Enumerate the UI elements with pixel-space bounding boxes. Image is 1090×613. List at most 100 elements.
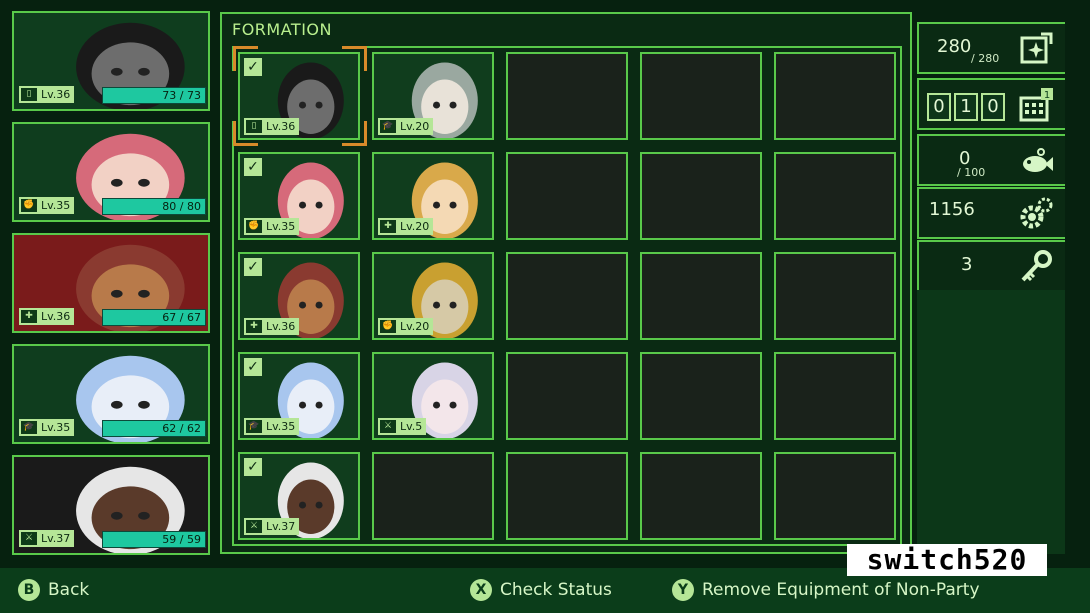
level-badge: ⚔ Lv.37 xyxy=(244,518,300,535)
key-icon xyxy=(1021,250,1052,282)
level-badge: ✊ Lv.20 xyxy=(378,318,434,335)
formation-slot-empty[interactable] xyxy=(506,352,628,440)
x-button-icon: X xyxy=(470,579,492,601)
counter-digit: 0 xyxy=(927,93,951,121)
formation-slot-empty[interactable] xyxy=(774,52,896,140)
formation-slot-occupied[interactable]: ⚔ Lv.5 xyxy=(372,352,494,440)
fish-resource: 0 / 100 xyxy=(917,134,1065,186)
hp-bar: 73 / 73 xyxy=(102,87,206,104)
back-button[interactable]: B Back xyxy=(18,578,89,602)
level-text: Lv.20 xyxy=(400,320,430,333)
formation-slot-occupied[interactable]: ✊ Lv.20 xyxy=(372,252,494,340)
fish-max: / 100 xyxy=(957,166,986,179)
counter-digit: 0 xyxy=(981,93,1005,121)
check-status-button[interactable]: X Check Status xyxy=(470,578,612,602)
formation-slot-empty[interactable] xyxy=(640,352,762,440)
formation-slot-occupied[interactable]: ✓ ▯ Lv.36 xyxy=(238,52,360,140)
party-member-card[interactable]: ✚ Lv.36 67 / 67 xyxy=(12,233,210,333)
formation-slot-empty[interactable] xyxy=(774,252,896,340)
formation-slot-occupied[interactable]: ✓ ✊ Lv.35 xyxy=(238,152,360,240)
class-icon: ✊ xyxy=(380,320,396,333)
level-badge: 🎓 Lv.35 xyxy=(19,419,75,436)
formation-title: FORMATION xyxy=(232,20,332,39)
formation-slot-occupied[interactable]: ✚ Lv.20 xyxy=(372,152,494,240)
checkmark-icon: ✓ xyxy=(244,258,262,276)
resource-panel-background xyxy=(917,290,1065,554)
level-text: Lv.36 xyxy=(266,320,296,333)
party-member-card[interactable]: ▯ Lv.36 73 / 73 xyxy=(12,11,210,111)
level-badge: ✚ Lv.20 xyxy=(378,218,434,235)
class-icon: ✊ xyxy=(21,199,37,212)
key-resource: 3 xyxy=(917,240,1065,292)
formation-slot-empty[interactable] xyxy=(774,352,896,440)
level-badge: ▯ Lv.36 xyxy=(244,118,300,135)
gear-icon xyxy=(1020,197,1053,229)
level-text: Lv.35 xyxy=(41,421,71,434)
day-counter-resource: 0 1 0 1 xyxy=(917,78,1065,130)
class-icon: 🎓 xyxy=(380,120,396,133)
level-badge: ⚔ Lv.5 xyxy=(378,418,427,435)
class-icon: ✊ xyxy=(246,220,262,233)
level-badge: ✚ Lv.36 xyxy=(244,318,300,335)
class-icon: ▯ xyxy=(21,88,37,101)
level-text: Lv.37 xyxy=(41,532,71,545)
hp-bar: 62 / 62 xyxy=(102,420,206,437)
class-icon: ✚ xyxy=(246,320,262,333)
formation-slot-empty[interactable] xyxy=(506,452,628,540)
class-icon: ⚔ xyxy=(380,420,396,433)
key-value: 3 xyxy=(961,254,973,275)
party-member-card[interactable]: ✊ Lv.35 80 / 80 xyxy=(12,122,210,222)
level-text: Lv.35 xyxy=(41,199,71,212)
checkmark-icon: ✓ xyxy=(244,358,262,376)
y-button-icon: Y xyxy=(672,579,694,601)
class-icon: 🎓 xyxy=(246,420,262,433)
formation-slot-empty[interactable] xyxy=(640,252,762,340)
back-label: Back xyxy=(48,580,90,600)
formation-slot-empty[interactable] xyxy=(506,52,628,140)
checkmark-icon: ✓ xyxy=(244,58,262,76)
parts-resource: 1156 xyxy=(917,187,1065,239)
hp-bar: 67 / 67 xyxy=(102,309,206,326)
formation-slot-empty[interactable] xyxy=(774,452,896,540)
watermark-logo: switch520 xyxy=(847,544,1047,576)
level-badge: 🎓 Lv.35 xyxy=(244,418,300,435)
formation-slot-empty[interactable] xyxy=(640,152,762,240)
crystal-max: / 280 xyxy=(971,52,1000,65)
crystal-value: 280 xyxy=(937,36,972,57)
party-member-card[interactable]: ⚔ Lv.37 59 / 59 xyxy=(12,455,210,555)
formation-slot-occupied[interactable]: ✓ ⚔ Lv.37 xyxy=(238,452,360,540)
party-member-card[interactable]: 🎓 Lv.35 62 / 62 xyxy=(12,344,210,444)
level-badge: ✊ Lv.35 xyxy=(244,218,300,235)
parts-value: 1156 xyxy=(929,199,975,220)
formation-slot-empty[interactable] xyxy=(640,452,762,540)
class-icon: 🎓 xyxy=(21,421,37,434)
level-badge: 🎓 Lv.20 xyxy=(378,118,434,135)
formation-grid: ✓ ▯ Lv.36 🎓 Lv.20 ✓ ✊ Lv.35 ✚ Lv.20 ✓ ✚ Lv.36 ✊ Lv.20 ✓… xyxy=(232,46,902,546)
level-text: Lv.36 xyxy=(266,120,296,133)
crystal-resource: 280 / 280 xyxy=(917,22,1065,74)
formation-slot-empty[interactable] xyxy=(640,52,762,140)
class-icon: ▯ xyxy=(246,120,262,133)
counter-digit: 1 xyxy=(954,93,978,121)
level-text: Lv.35 xyxy=(266,220,296,233)
check-status-label: Check Status xyxy=(500,580,612,600)
formation-slot-empty[interactable] xyxy=(372,452,494,540)
remove-equipment-button[interactable]: Y Remove Equipment of Non-Party xyxy=(672,578,980,602)
class-icon: ⚔ xyxy=(246,520,262,533)
formation-slot-empty[interactable] xyxy=(506,152,628,240)
level-text: Lv.37 xyxy=(266,520,296,533)
level-badge: ▯ Lv.36 xyxy=(19,86,75,103)
level-text: Lv.5 xyxy=(400,420,423,433)
formation-slot-occupied[interactable]: ✓ ✚ Lv.36 xyxy=(238,252,360,340)
formation-panel: FORMATION ✓ ▯ Lv.36 🎓 Lv.20 ✓ ✊ Lv.35 ✚ Lv.20 ✓ ✚ Lv… xyxy=(220,12,912,554)
class-icon: ✚ xyxy=(380,220,396,233)
crystal-icon xyxy=(1020,32,1053,64)
b-button-icon: B xyxy=(18,579,40,601)
formation-slot-occupied[interactable]: 🎓 Lv.20 xyxy=(372,52,494,140)
formation-slot-occupied[interactable]: ✓ 🎓 Lv.35 xyxy=(238,352,360,440)
checkmark-icon: ✓ xyxy=(244,458,262,476)
class-icon: ⚔ xyxy=(21,532,37,545)
formation-slot-empty[interactable] xyxy=(506,252,628,340)
class-icon: ✚ xyxy=(21,310,37,323)
formation-slot-empty[interactable] xyxy=(774,152,896,240)
